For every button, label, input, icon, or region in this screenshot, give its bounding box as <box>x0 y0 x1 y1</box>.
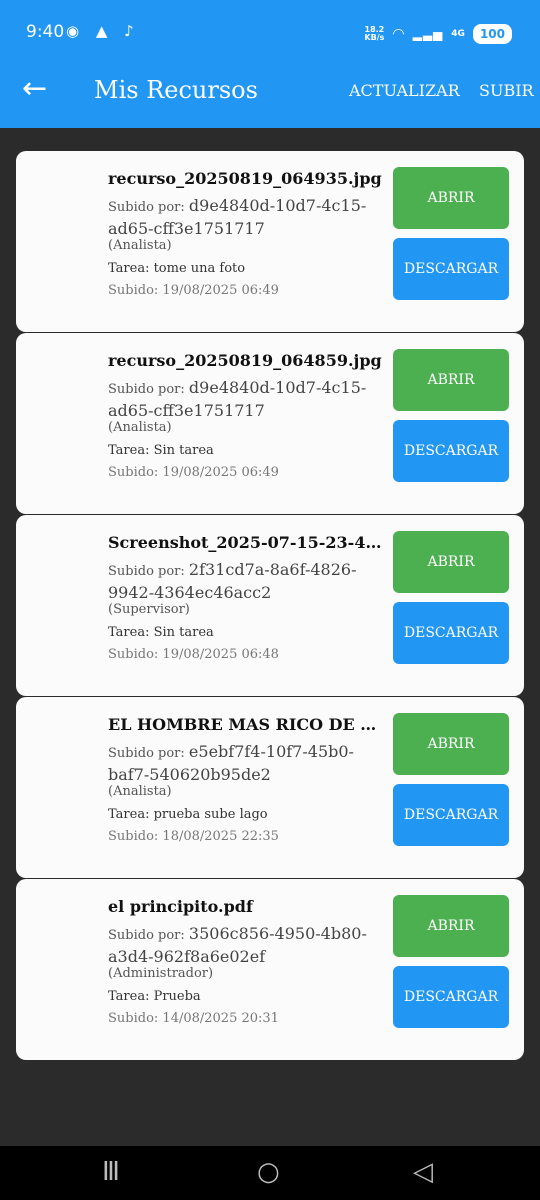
download-button[interactable]: DESCARGAR <box>393 966 509 1028</box>
app-bar: ← Mis Recursos ACTUALIZAR SUBIR <box>0 56 540 128</box>
resource-card: EL HOMBRE MAS RICO DE BA… Subido por: e5… <box>16 697 524 878</box>
uploader-prefix: Subido por: <box>108 382 185 397</box>
download-button[interactable]: DESCARGAR <box>393 420 509 482</box>
resource-name: recurso_20250819_064859.jpg <box>108 351 382 370</box>
battery-icon: 100 <box>472 24 512 44</box>
task-label: Tarea: tome una foto <box>108 261 246 276</box>
signal-icon: ▂▃▅ <box>412 27 444 41</box>
resource-name: EL HOMBRE MAS RICO DE BA… <box>108 715 384 734</box>
uploader-role: (Analista) <box>108 784 172 799</box>
recents-icon[interactable]: Ⅲ <box>102 1157 120 1187</box>
download-button[interactable]: DESCARGAR <box>393 238 509 300</box>
resource-card: recurso_20250819_064859.jpg Subido por: … <box>16 333 524 514</box>
uploader-role: (Analista) <box>108 238 172 253</box>
upload-date: Subido: 14/08/2025 20:31 <box>108 1011 279 1026</box>
nav-back-icon[interactable]: ◁ <box>413 1157 433 1187</box>
resource-name: Screenshot_2025-07-15-23-42-35-… <box>108 533 384 552</box>
uploader-role: (Administrador) <box>108 966 214 981</box>
task-label: Tarea: Prueba <box>108 989 201 1004</box>
upload-date: Subido: 19/08/2025 06:48 <box>108 647 279 662</box>
uploader-info: Subido por: 2f31cd7a-8a6f-4826-9942-4364… <box>108 559 378 605</box>
resource-card: recurso_20250819_064935.jpg Subido por: … <box>16 151 524 332</box>
resource-list: recurso_20250819_064935.jpg Subido por: … <box>16 151 524 1061</box>
task-label: Tarea: Sin tarea <box>108 625 214 640</box>
status-time: 9:40 <box>26 22 65 42</box>
uploader-role: (Supervisor) <box>108 602 190 617</box>
uploader-prefix: Subido por: <box>108 928 185 943</box>
uploader-prefix: Subido por: <box>108 200 185 215</box>
uploader-info: Subido por: d9e4840d-10d7-4c15-ad65-cff3… <box>108 195 378 241</box>
network-type: 4G <box>451 29 465 39</box>
status-right: 18.2 KB/s ◠ ▂▃▅ 4G 100 <box>364 24 512 44</box>
uploader-info: Subido por: 3506c856-4950-4b80-a3d4-962f… <box>108 923 378 969</box>
open-button[interactable]: ABRIR <box>393 167 509 229</box>
uploader-info: Subido por: d9e4840d-10d7-4c15-ad65-cff3… <box>108 377 378 423</box>
back-arrow-icon[interactable]: ← <box>22 74 47 104</box>
resource-card: Screenshot_2025-07-15-23-42-35-… Subido … <box>16 515 524 696</box>
upload-date: Subido: 19/08/2025 06:49 <box>108 283 279 298</box>
uploader-prefix: Subido por: <box>108 564 185 579</box>
open-button[interactable]: ABRIR <box>393 713 509 775</box>
upload-date: Subido: 18/08/2025 22:35 <box>108 829 279 844</box>
upload-date: Subido: 19/08/2025 06:49 <box>108 465 279 480</box>
resource-name: el principito.pdf <box>108 897 253 916</box>
resource-name: recurso_20250819_064935.jpg <box>108 169 382 188</box>
network-speed: 18.2 KB/s <box>364 25 385 42</box>
resource-card: el principito.pdf Subido por: 3506c856-4… <box>16 879 524 1060</box>
download-button[interactable]: DESCARGAR <box>393 602 509 664</box>
status-bar: 9:40 ◉ ▲ ♪ 18.2 KB/s ◠ ▂▃▅ 4G 100 <box>0 0 540 56</box>
download-button[interactable]: DESCARGAR <box>393 784 509 846</box>
uploader-info: Subido por: e5ebf7f4-10f7-45b0-baf7-5406… <box>108 741 378 787</box>
uploader-prefix: Subido por: <box>108 746 185 761</box>
task-label: Tarea: Sin tarea <box>108 443 214 458</box>
home-icon[interactable]: ○ <box>257 1157 280 1187</box>
update-button[interactable]: ACTUALIZAR <box>349 81 460 100</box>
page-title: Mis Recursos <box>94 76 258 104</box>
open-button[interactable]: ABRIR <box>393 895 509 957</box>
notification-icons: ◉ ▲ ♪ <box>66 22 140 40</box>
task-label: Tarea: prueba sube lago <box>108 807 268 822</box>
uploader-role: (Analista) <box>108 420 172 435</box>
wifi-icon: ◠ <box>392 26 405 42</box>
system-nav-bar: Ⅲ ○ ◁ <box>0 1146 540 1200</box>
open-button[interactable]: ABRIR <box>393 349 509 411</box>
open-button[interactable]: ABRIR <box>393 531 509 593</box>
upload-button[interactable]: SUBIR <box>479 81 534 100</box>
